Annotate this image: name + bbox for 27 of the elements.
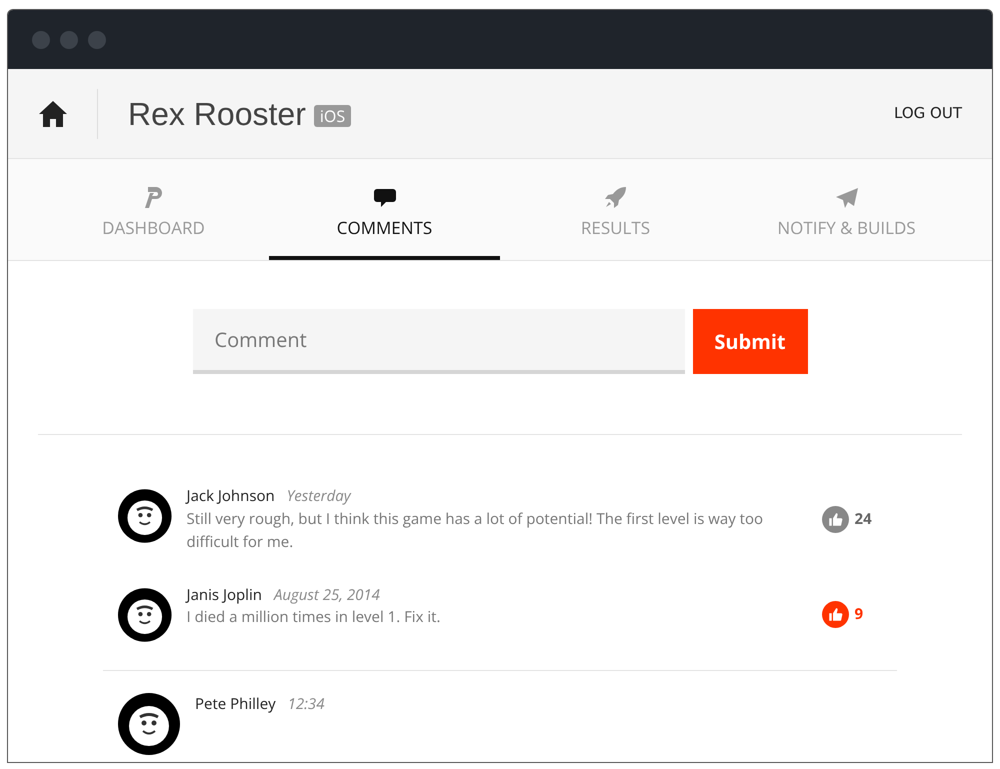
comment-time: August 25, 2014 <box>274 584 380 606</box>
submit-button[interactable]: Submit <box>692 309 808 374</box>
paper-plane-icon <box>834 186 858 208</box>
author-name: Pete Philley <box>195 692 276 715</box>
like-count: 9 <box>854 603 864 626</box>
nav-tab[interactable]: NOTIFY & BUILDS <box>731 159 962 260</box>
nav-tab[interactable]: RESULTS <box>500 159 731 260</box>
speech-bubble-icon <box>372 186 396 208</box>
avatar-drawing <box>118 692 180 754</box>
author-name: Jack Johnson <box>186 485 275 508</box>
home-icon[interactable] <box>38 100 68 128</box>
comment-time: Yesterday <box>286 485 351 508</box>
p-logo-icon <box>142 184 164 208</box>
nav-tab[interactable]: COMMENTS <box>269 159 500 260</box>
thumbs-up-icon[interactable] <box>822 601 849 628</box>
nav-tab[interactable]: DASHBOARD <box>38 159 269 260</box>
comment-input[interactable]: Comment <box>192 309 684 374</box>
like-count: 24 <box>854 508 872 530</box>
app-title: Rex Rooster <box>128 94 306 134</box>
platform-badge: iOS <box>314 104 352 126</box>
author-name: Janis Joplin <box>186 584 262 606</box>
comment-text: Still very rough, but I think this game has a lot of potential! The first level is way too difficult for me. <box>186 508 764 554</box>
comment-text: I died a million times in level 1. Fix it. <box>186 606 442 629</box>
logout-link[interactable]: LOG OUT <box>894 102 962 125</box>
comment-time: 12:34 <box>288 692 324 715</box>
thumbs-up-icon[interactable] <box>822 506 849 533</box>
rocket-icon <box>604 184 628 208</box>
